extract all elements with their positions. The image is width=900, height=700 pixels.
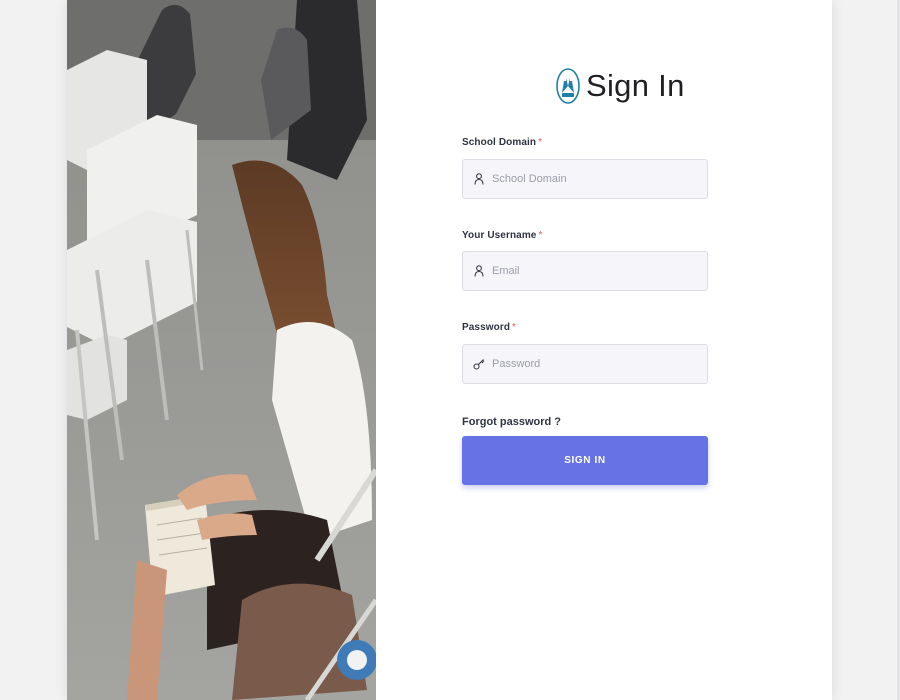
sign-in-button[interactable]: SIGN IN: [462, 436, 708, 485]
signin-header: Sign In: [556, 64, 685, 108]
username-label-text: Your Username: [462, 230, 537, 241]
username-label: Your Username *: [462, 230, 542, 241]
email-input[interactable]: [492, 265, 692, 277]
user-icon: [472, 264, 486, 278]
password-input[interactable]: [492, 358, 692, 370]
signin-form: Sign In School Domain* Your Username*: [376, 0, 832, 700]
raised-hands-logo-icon: [556, 67, 580, 105]
required-mark: *: [538, 137, 543, 148]
password-field[interactable]: [462, 344, 708, 384]
school-domain-label: School Domain *: [462, 137, 542, 148]
school-domain-label-text: School Domain: [462, 137, 537, 148]
forgot-password-link[interactable]: Forgot password ?: [462, 416, 561, 428]
page-title: Sign In: [586, 68, 685, 103]
hero-photo: [67, 0, 376, 700]
required-mark: *: [538, 230, 543, 241]
password-label: Password *: [462, 322, 516, 333]
required-mark: *: [512, 322, 517, 333]
user-icon: [472, 172, 486, 186]
school-domain-field[interactable]: [462, 159, 708, 199]
username-field[interactable]: [462, 251, 708, 291]
login-card: Sign In School Domain* Your Username*: [67, 0, 832, 700]
school-domain-input[interactable]: [492, 173, 692, 185]
password-label-text: Password: [462, 322, 511, 333]
key-icon: [472, 357, 486, 371]
